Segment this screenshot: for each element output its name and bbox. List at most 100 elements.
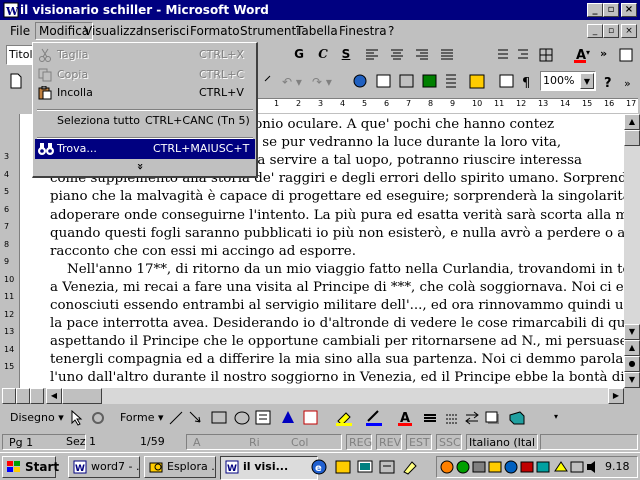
svg-text:↶ ▾: ↶ ▾ bbox=[282, 75, 302, 89]
zoom-dropdown-arrow[interactable]: ▼ bbox=[580, 73, 594, 89]
svg-text:W: W bbox=[227, 464, 237, 474]
underline-button[interactable]: S bbox=[335, 44, 357, 66]
status-bar: Pg 1 Sez 1 1/59 A Ri Col REG REV EST SSC… bbox=[0, 432, 640, 452]
alignment-icons bbox=[366, 49, 453, 60]
clipboard-icon bbox=[38, 86, 52, 100]
vruler-mark: 10 bbox=[4, 274, 15, 284]
doc-restore-button[interactable]: ▫ bbox=[603, 24, 619, 38]
status-ovr[interactable]: SSC bbox=[436, 434, 462, 450]
vruler-mark: 9 bbox=[4, 257, 10, 266]
select-objects-icon[interactable] bbox=[70, 410, 110, 426]
menu-item-paste[interactable]: Incolla CTRL+V bbox=[35, 83, 255, 103]
ruler-mark: 4 bbox=[340, 99, 346, 108]
vruler-mark: 15 bbox=[4, 362, 15, 371]
menu-strumenti[interactable]: Strumenti bbox=[240, 24, 300, 38]
menu-item-find[interactable]: Trova... CTRL+MAIUSC+T bbox=[35, 139, 255, 159]
previous-page-button[interactable]: ▲ bbox=[624, 340, 640, 356]
menu-item-select-all[interactable]: Seleziona tutto CTRL+CANC (Tn 5) bbox=[35, 111, 255, 131]
word-doc-icon: W bbox=[73, 460, 87, 474]
scroll-up-button[interactable]: ▲ bbox=[624, 114, 640, 130]
ruler-mark: 1 bbox=[274, 99, 280, 108]
start-button[interactable]: Start bbox=[2, 456, 59, 478]
window-title: il visionario schiller - Microsoft Word bbox=[20, 3, 269, 17]
scroll-left-button[interactable]: ◀ bbox=[46, 388, 62, 404]
text-line[interactable]: aspettando il Principe che le opportune … bbox=[50, 333, 640, 351]
bold-button[interactable]: G bbox=[288, 44, 310, 66]
quick-launch-icons[interactable]: e bbox=[310, 458, 430, 476]
text-line[interactable]: a Venezia, mi recai a fare una visita al… bbox=[50, 279, 640, 297]
maximize-button[interactable]: ▫ bbox=[603, 3, 619, 17]
text-line[interactable]: la pace interrotta avea. Desiderando io … bbox=[50, 315, 640, 333]
scroll-thumb[interactable] bbox=[624, 130, 640, 146]
menu-finestra[interactable]: Finestra bbox=[339, 24, 387, 38]
drawing-toolbar-more[interactable]: ▾ bbox=[554, 412, 558, 421]
text-line[interactable]: l'uno dall'altro durante il nostro soggi… bbox=[50, 369, 640, 387]
text-line[interactable]: Nell'anno 17**, di ritorno da un mio via… bbox=[50, 261, 640, 279]
svg-text:e: e bbox=[315, 463, 322, 474]
vertical-ruler[interactable]: 3 4 5 6 7 8 9 10 11 12 13 14 15 bbox=[0, 114, 20, 388]
ruler-mark: 8 bbox=[428, 99, 434, 108]
font-color-dropdown[interactable]: ▾ bbox=[586, 48, 590, 57]
ruler-mark: 2 bbox=[296, 99, 302, 108]
menu-help[interactable]: ? bbox=[388, 24, 394, 38]
text-line[interactable]: piano che la malvagità è capace di proge… bbox=[50, 188, 640, 206]
style-combo[interactable]: Titolo bbox=[6, 45, 39, 65]
svg-text:»: » bbox=[624, 77, 631, 90]
windows-logo-icon bbox=[7, 461, 20, 472]
outline-view-button[interactable] bbox=[30, 388, 44, 404]
scroll-right-button[interactable]: ▶ bbox=[608, 388, 624, 404]
horizontal-scrollbar[interactable]: ◀ ▶ bbox=[46, 388, 624, 404]
menu-file[interactable]: File bbox=[10, 24, 30, 38]
menu-formato[interactable]: Formato bbox=[190, 24, 240, 38]
status-trk[interactable]: REV bbox=[376, 434, 402, 450]
drawing-tool-icons: A bbox=[169, 410, 525, 426]
draw-menu-button[interactable]: Disegno ▾ bbox=[10, 411, 64, 424]
task-il-visionario[interactable]: W il visi... bbox=[220, 456, 318, 480]
menu-expand-chevron[interactable]: » bbox=[134, 163, 147, 170]
task-explorer[interactable]: Esplora ... bbox=[144, 456, 216, 478]
layout-view-button[interactable] bbox=[16, 388, 30, 404]
title-bar[interactable]: W il visionario schiller - Microsoft Wor… bbox=[0, 0, 640, 20]
edit-menu: Taglia CTRL+X Copia CTRL+C Incolla CTRL+… bbox=[32, 42, 258, 178]
new-document-icon[interactable] bbox=[8, 73, 24, 89]
menu-inserisci[interactable]: Inserisci bbox=[140, 24, 189, 38]
scroll-down-button[interactable]: ▼ bbox=[624, 324, 640, 340]
zoom-combo[interactable]: 100% ▼ bbox=[540, 71, 596, 91]
close-button[interactable]: × bbox=[621, 3, 637, 17]
menu-visualizza[interactable]: Visualizza bbox=[84, 24, 143, 38]
ruler-mark: 16 bbox=[604, 99, 615, 108]
status-rec[interactable]: REG bbox=[346, 434, 372, 450]
binoculars-icon bbox=[38, 143, 54, 155]
horizontal-scroll-thumb[interactable] bbox=[62, 388, 102, 404]
status-ext[interactable]: EST bbox=[406, 434, 432, 450]
more-buttons-chevron[interactable]: » bbox=[600, 47, 607, 60]
menu-tabella[interactable]: Tabella bbox=[296, 24, 338, 38]
normal-view-button[interactable] bbox=[2, 388, 16, 404]
text-line[interactable]: racconto che con essi mi accingo ad espo… bbox=[50, 243, 640, 261]
doc-close-button[interactable]: × bbox=[621, 24, 637, 38]
vertical-scrollbar[interactable]: ▲ ▼ ▲ ● ▼ bbox=[624, 114, 640, 388]
text-line[interactable]: conosciuti essendo entrambi al servigio … bbox=[50, 297, 640, 315]
browse-object-button[interactable]: ● bbox=[624, 356, 640, 372]
tray-icons[interactable] bbox=[439, 459, 599, 475]
ruler-mark: 10 bbox=[472, 99, 483, 108]
vruler-mark: 3 bbox=[4, 152, 10, 161]
vruler-mark: 7 bbox=[4, 222, 10, 231]
svg-text:W: W bbox=[75, 464, 85, 474]
menu-item-copy[interactable]: Copia CTRL+C bbox=[35, 65, 255, 85]
help-assistant-icon[interactable]: ?» bbox=[602, 73, 636, 91]
italic-button[interactable]: C bbox=[312, 44, 334, 66]
task-word7[interactable]: W word7 - ... bbox=[68, 456, 140, 478]
text-line[interactable]: quando questi fogli saranno pubblicati i… bbox=[50, 225, 640, 243]
status-position: A Ri Col bbox=[186, 434, 342, 450]
text-line[interactable]: tenergli compagnia ed a differire la mia… bbox=[50, 351, 640, 369]
minimize-button[interactable]: _ bbox=[587, 3, 603, 17]
next-page-button[interactable]: ▼ bbox=[624, 372, 640, 388]
menu-item-cut[interactable]: Taglia CTRL+X bbox=[35, 45, 255, 65]
text-line[interactable]: adoperare onde conseguirne l'intento. La… bbox=[50, 207, 640, 225]
doc-minimize-button[interactable]: _ bbox=[587, 24, 603, 38]
ruler-mark: 7 bbox=[406, 99, 412, 108]
autoshapes-menu-button[interactable]: Forme ▾ bbox=[120, 411, 164, 424]
status-language[interactable]: Italiano (Ital bbox=[466, 434, 538, 450]
ruler-mark: 11 bbox=[494, 99, 505, 108]
